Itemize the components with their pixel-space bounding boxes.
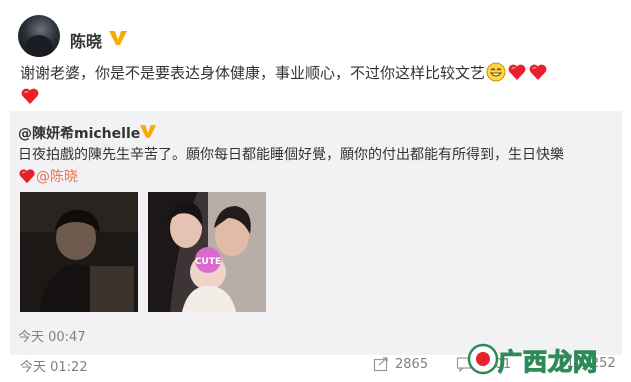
man-portrait-image [20,192,138,312]
post-text: 谢谢老婆，你是不是要表达身体健康，事业顺心，不过你这样比较文艺 [20,61,620,109]
watermark-text: 广西龙网 [497,347,598,376]
share-icon [373,357,388,372]
post-text-content: 谢谢老婆，你是不是要表达身体健康，事业顺心，不过你这样比较文艺 [20,64,486,82]
post-timestamp[interactable]: 今天 01:22 [20,356,88,375]
repost-photo-2[interactable]: CUTE [148,192,266,312]
heart-emoji-icon [21,88,39,104]
repost-text: 日夜拍戲的陳先生辛苦了。願你每日都能睡個好覺，願你的付出都能有所得到，生日快樂 … [18,144,618,188]
share-count: 2865 [395,356,429,372]
verified-badge-icon [139,125,157,138]
heart-emoji-icon [508,64,526,80]
repost-text-content: 日夜拍戲的陳先生辛苦了。願你每日都能睡個好覺，願你的付出都能有所得到，生日快樂 [18,147,564,163]
verified-badge-icon [109,31,127,45]
author-avatar[interactable] [18,15,60,57]
repost-timestamp[interactable]: 今天 00:47 [18,326,86,345]
site-watermark: 广西龙网 [466,340,626,378]
heart-emoji-icon [529,64,547,80]
family-photo-image: CUTE [148,192,266,312]
cute-sticker-label: CUTE [195,257,221,267]
mention-link[interactable]: @陈晓 [36,169,78,185]
watermark-logo-icon [467,343,499,375]
share-button[interactable]: 2865 [373,356,428,372]
repost-photo-1[interactable] [20,192,138,312]
repost-card[interactable]: @陳妍希michelle 日夜拍戲的陳先生辛苦了。願你每日都能睡個好覺，願你的付… [10,111,622,355]
repost-author-name[interactable]: @陳妍希michelle [18,123,140,143]
smile-emoji-icon [486,62,506,82]
heart-emoji-icon [19,169,35,184]
author-name[interactable]: 陈晓 [70,28,102,52]
